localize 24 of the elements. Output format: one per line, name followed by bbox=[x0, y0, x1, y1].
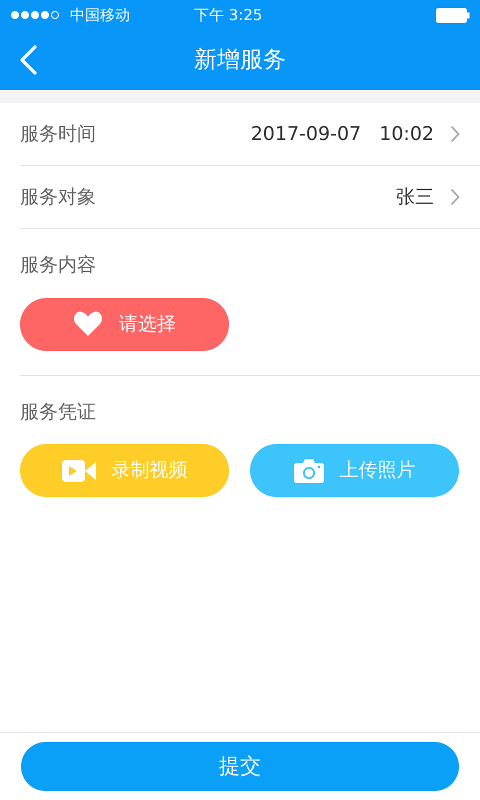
status-time: 下午 3:25 bbox=[194, 4, 262, 26]
camera-icon bbox=[294, 458, 324, 482]
chevron-icon bbox=[450, 125, 460, 143]
action-button[interactable]: 请选择 bbox=[20, 298, 229, 350]
submit-button[interactable]: 提交 bbox=[21, 742, 459, 791]
row-label: 服务对象 bbox=[20, 184, 96, 210]
back-icon bbox=[18, 45, 38, 75]
action-button[interactable]: 上传照片 bbox=[250, 444, 459, 497]
battery-icon bbox=[436, 8, 470, 22]
action-button[interactable]: 录制视频 bbox=[20, 444, 229, 497]
form-row[interactable]: 服务对象 张三 bbox=[20, 166, 480, 229]
carrier-name: 中国移动 bbox=[70, 4, 130, 26]
video-camera-icon bbox=[62, 460, 96, 482]
section-title: 服务凭证 bbox=[20, 400, 97, 424]
form-row[interactable]: 服务时间 2017-09-07 10:02 bbox=[20, 103, 480, 166]
row-value: 张三 bbox=[396, 184, 434, 210]
heart-icon bbox=[73, 311, 103, 337]
page-title: 新增服务 bbox=[194, 46, 286, 75]
row-label: 服务时间 bbox=[20, 122, 96, 147]
row-value: 2017-09-07 10:02 bbox=[250, 122, 434, 147]
signal-icon bbox=[10, 10, 62, 20]
section-title: 服务内容 bbox=[20, 253, 97, 278]
chevron-icon bbox=[450, 188, 460, 206]
back-button[interactable] bbox=[18, 45, 38, 75]
